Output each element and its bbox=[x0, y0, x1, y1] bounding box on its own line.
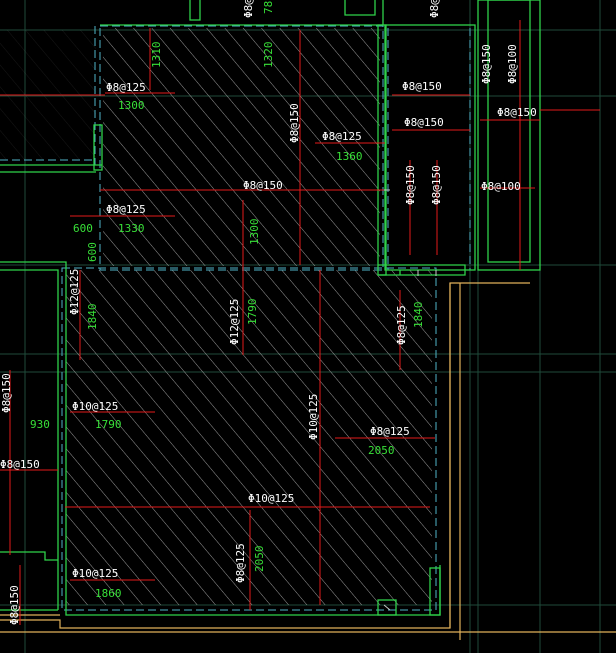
rebar-label: Φ8@150 bbox=[288, 103, 301, 143]
rebar-label: Φ8@150 bbox=[0, 458, 40, 471]
length-label: 1790 bbox=[246, 299, 259, 326]
length-label: 600 bbox=[73, 222, 93, 235]
length-label: 1330 bbox=[118, 222, 145, 235]
rebar-label: Φ8@125 bbox=[234, 543, 247, 583]
slab-hatch-areas bbox=[0, 28, 432, 605]
length-label: 1300 bbox=[248, 219, 261, 246]
rebar-label: Φ8@125 bbox=[370, 425, 410, 438]
length-label: 78 bbox=[262, 1, 275, 14]
rebar-label: Φ8@150 bbox=[428, 0, 441, 18]
length-label: 1360 bbox=[336, 150, 363, 163]
rebar-label: Φ8@125 bbox=[395, 305, 408, 345]
rebar-label: Φ8@100 bbox=[506, 44, 519, 84]
rebar-label: Φ8@150 bbox=[497, 106, 537, 119]
rebar-label: Φ8@150 bbox=[0, 373, 13, 413]
rebar-label: Φ8@150 bbox=[430, 165, 443, 205]
length-label: 1840 bbox=[412, 302, 425, 329]
rebar-label: Φ8@150 bbox=[8, 585, 21, 625]
length-label: 930 bbox=[30, 418, 50, 431]
floor-slab-reinforcement-plan: Φ8@125 Φ8@125 Φ8@150 Φ8@125 Φ8@150 Φ8@15… bbox=[0, 0, 616, 653]
rebar-label: Φ8@125 bbox=[242, 0, 255, 18]
length-label: 2050 bbox=[253, 546, 266, 573]
rebar-label: Φ10@125 bbox=[248, 492, 294, 505]
length-label: 1320 bbox=[262, 42, 275, 69]
rebar-label: Φ12@125 bbox=[228, 299, 241, 345]
rebar-label: Φ8@100 bbox=[481, 180, 521, 193]
length-label: 1840 bbox=[86, 304, 99, 331]
rebar-label: Φ10@125 bbox=[72, 567, 118, 580]
rebar-label: Φ8@150 bbox=[243, 179, 283, 192]
slab-upper bbox=[103, 28, 380, 266]
length-label: 2050 bbox=[368, 444, 395, 457]
rebar-label: Φ10@125 bbox=[307, 394, 320, 440]
length-label: 600 bbox=[86, 242, 99, 262]
rebar-label: Φ8@125 bbox=[322, 130, 362, 143]
rebar-label: Φ8@150 bbox=[402, 80, 442, 93]
length-label: 1790 bbox=[95, 418, 122, 431]
rebar-label: Φ8@150 bbox=[404, 116, 444, 129]
rebar-label: Φ8@150 bbox=[480, 44, 493, 84]
rebar-label: Φ12@125 bbox=[68, 269, 81, 315]
rebar-label: Φ8@125 bbox=[106, 81, 146, 94]
rebar-label: Φ8@125 bbox=[106, 203, 146, 216]
length-label: 1300 bbox=[118, 99, 145, 112]
rebar-label: Φ8@150 bbox=[404, 165, 417, 205]
cad-drawing-canvas: Φ8@125 Φ8@125 Φ8@150 Φ8@125 Φ8@150 Φ8@15… bbox=[0, 0, 616, 653]
rebar-label: Φ10@125 bbox=[72, 400, 118, 413]
length-label: 1310 bbox=[150, 42, 163, 69]
length-label: 1860 bbox=[95, 587, 122, 600]
